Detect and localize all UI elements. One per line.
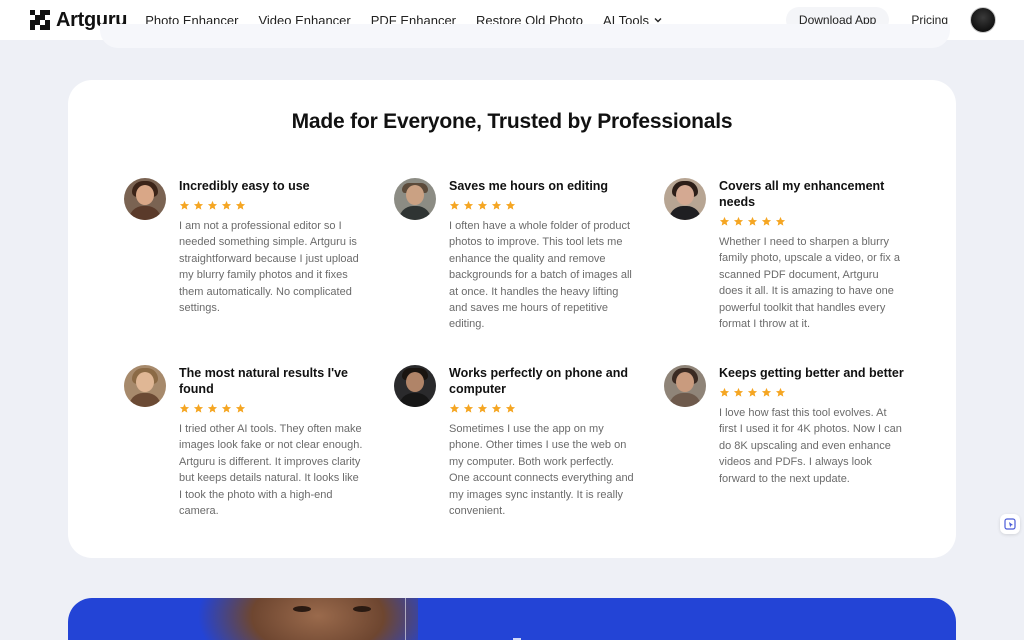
review-card: Saves me hours on editing I often have a… xyxy=(394,178,634,333)
review-card: The most natural results I've found I tr… xyxy=(124,365,364,519)
star-icon xyxy=(505,403,516,413)
review-text: Sometimes I use the app on my phone. Oth… xyxy=(449,423,634,518)
star-icon xyxy=(775,216,786,226)
review-title: Incredibly easy to use xyxy=(179,179,310,193)
star-icon xyxy=(775,387,786,397)
banner-portrait-image xyxy=(128,598,418,640)
star-icon xyxy=(477,200,488,210)
review-text: I love how fast this tool evolves. At fi… xyxy=(719,407,902,485)
star-icon xyxy=(235,200,246,210)
reviewer-avatar xyxy=(394,178,436,220)
star-rating xyxy=(179,200,364,211)
star-icon xyxy=(463,200,474,210)
star-icon xyxy=(505,200,516,210)
review-text: I am not a professional editor so I need… xyxy=(179,220,359,315)
review-card: Keeps getting better and better I love h… xyxy=(664,365,904,487)
star-icon xyxy=(179,403,190,413)
review-title: The most natural results I've found xyxy=(179,366,348,396)
star-icon xyxy=(193,403,204,413)
star-rating xyxy=(719,216,904,227)
star-rating xyxy=(449,200,634,211)
review-text: I tried other AI tools. They often make … xyxy=(179,423,363,518)
star-icon xyxy=(733,216,744,226)
section-title: Made for Everyone, Trusted by Profession… xyxy=(291,110,733,133)
star-icon xyxy=(719,216,730,226)
star-rating xyxy=(179,403,364,414)
review-title: Saves me hours on editing xyxy=(449,179,609,193)
reviewer-avatar xyxy=(124,365,166,407)
star-icon xyxy=(747,216,758,226)
star-icon xyxy=(235,403,246,413)
star-icon xyxy=(179,200,190,210)
star-icon xyxy=(747,387,758,397)
star-icon xyxy=(491,403,502,413)
star-icon xyxy=(477,403,488,413)
review-card: Works perfectly on phone and computer So… xyxy=(394,365,634,519)
star-icon xyxy=(719,387,730,397)
star-icon xyxy=(221,200,232,210)
reviewer-avatar xyxy=(664,365,706,407)
user-avatar[interactable] xyxy=(970,7,996,33)
star-icon xyxy=(761,216,772,226)
star-icon xyxy=(761,387,772,397)
review-text: Whether I need to sharpen a blurry famil… xyxy=(719,236,900,331)
star-icon xyxy=(193,200,204,210)
comparison-slider-handle[interactable] xyxy=(405,598,406,640)
star-icon xyxy=(207,200,218,210)
artguru-logo-icon xyxy=(30,10,50,30)
star-icon xyxy=(491,200,502,210)
star-rating xyxy=(719,387,904,398)
previous-section-card xyxy=(100,24,950,48)
star-icon xyxy=(449,403,460,413)
review-title: Works perfectly on phone and computer xyxy=(449,366,628,396)
star-icon xyxy=(207,403,218,413)
review-title: Keeps getting better and better xyxy=(719,366,904,380)
review-text: I often have a whole folder of product p… xyxy=(449,220,632,331)
star-rating xyxy=(449,403,634,414)
star-icon xyxy=(221,403,232,413)
feedback-float-button[interactable] xyxy=(1000,514,1020,534)
star-icon xyxy=(463,403,474,413)
reviewer-avatar xyxy=(124,178,166,220)
star-icon xyxy=(733,387,744,397)
reviewer-avatar xyxy=(664,178,706,220)
star-icon xyxy=(449,200,460,210)
reviewer-avatar xyxy=(394,365,436,407)
pointer-icon xyxy=(1004,518,1016,530)
testimonials-section: Made for Everyone, Trusted by Profession… xyxy=(68,80,956,558)
review-card: Incredibly easy to use I am not a profes… xyxy=(124,178,364,316)
review-title: Covers all my enhancement needs xyxy=(719,179,885,209)
review-card: Covers all my enhancement needs Whether … xyxy=(664,178,904,332)
promo-banner xyxy=(68,598,956,640)
